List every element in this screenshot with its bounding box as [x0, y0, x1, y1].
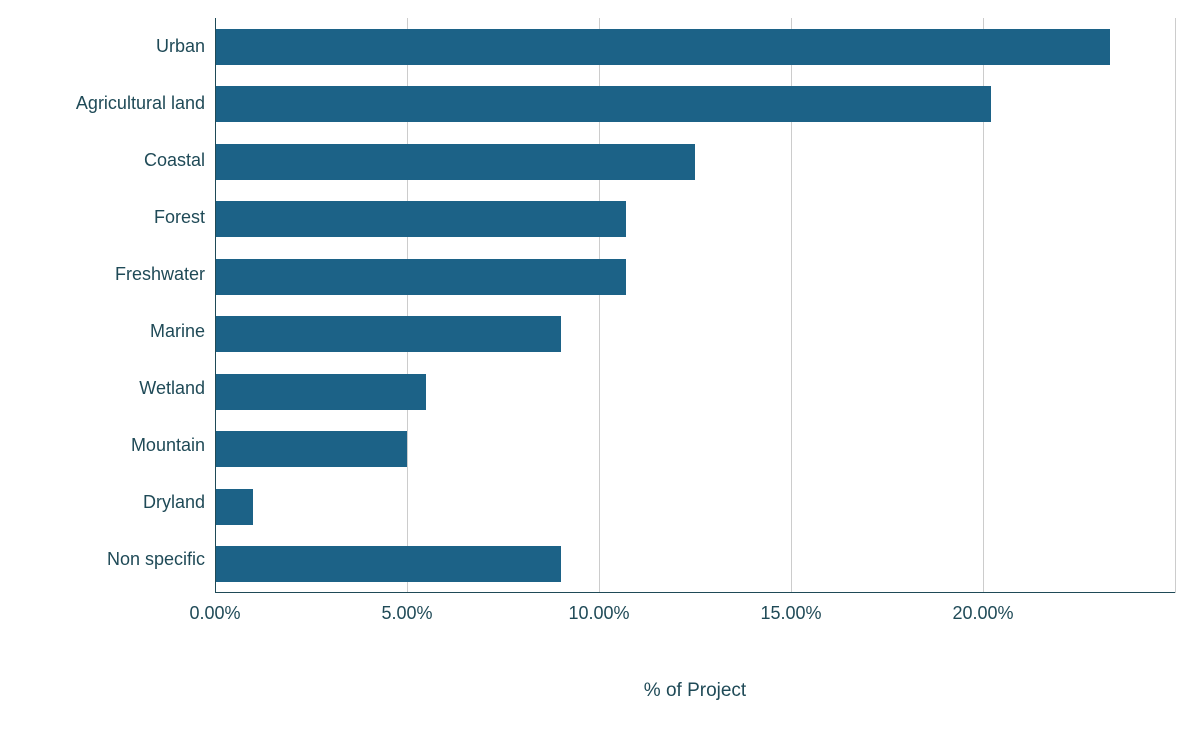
x-axis-title: % of Project — [215, 680, 1175, 702]
x-tick-label: 0.00% — [189, 603, 240, 624]
x-tick-label: 5.00% — [381, 603, 432, 624]
bar-forest — [215, 201, 626, 237]
plot-area — [215, 18, 1175, 593]
bar-chart: Urban Agricultural land Coastal Forest F… — [0, 0, 1200, 742]
y-tick-label: Agricultural land — [15, 93, 205, 113]
y-tick-label: Mountain — [15, 435, 205, 455]
bar-freshwater — [215, 259, 626, 295]
x-tick-label: 10.00% — [568, 603, 629, 624]
bar-agricultural-land — [215, 86, 991, 122]
bar-non-specific — [215, 546, 561, 582]
y-tick-label: Marine — [15, 321, 205, 341]
y-tick-label: Non specific — [15, 549, 205, 569]
x-axis-title-wrap: % of Project — [0, 680, 1200, 702]
y-tick-label: Dryland — [15, 492, 205, 512]
y-tick-label: Forest — [15, 207, 205, 227]
bar-mountain — [215, 431, 407, 467]
y-axis-line — [215, 18, 216, 593]
y-tick-label: Urban — [15, 36, 205, 56]
x-tick-label: 15.00% — [760, 603, 821, 624]
y-tick-label: Coastal — [15, 150, 205, 170]
bar-coastal — [215, 144, 695, 180]
bar-dryland — [215, 489, 253, 525]
bar-marine — [215, 316, 561, 352]
bar-urban — [215, 29, 1110, 65]
x-axis-line — [215, 592, 1175, 593]
y-tick-label: Freshwater — [15, 264, 205, 284]
x-tick-label: 20.00% — [952, 603, 1013, 624]
gridline — [1175, 18, 1176, 593]
bar-wetland — [215, 374, 426, 410]
y-tick-label: Wetland — [15, 378, 205, 398]
